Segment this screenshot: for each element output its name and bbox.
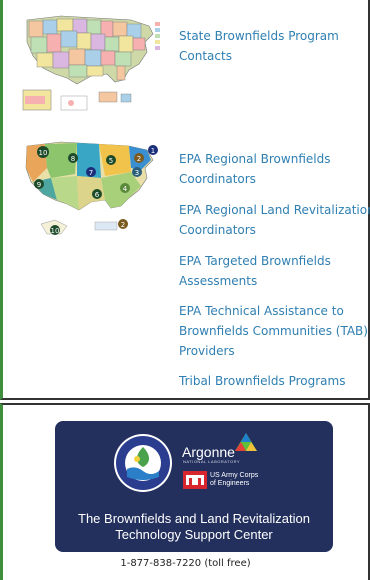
epa-seal-icon <box>114 434 172 492</box>
link-line: Coordinators <box>179 223 256 237</box>
usace-line: of Engineers <box>210 480 250 487</box>
regional-brownfields-coordinators-link[interactable]: EPA Regional Brownfields Coordinators <box>179 149 330 189</box>
svg-text:10: 10 <box>51 227 60 235</box>
argonne-logo-subtitle: NATIONAL LABORATORY <box>183 459 241 464</box>
svg-text:1: 1 <box>151 147 155 155</box>
state-contacts-map-thumbnail[interactable] <box>21 12 161 117</box>
svg-text:7: 7 <box>89 169 93 177</box>
land-revitalization-coordinators-link[interactable]: EPA Regional Land Revitalization Coordin… <box>179 200 370 240</box>
argonne-triangle-icon <box>235 433 257 451</box>
tsc-phone-number: 1-877-838-7220 (toll free) <box>120 558 251 569</box>
link-line: EPA Targeted Brownfields <box>179 254 331 268</box>
link-line: EPA Regional Land Revitalization <box>179 203 370 217</box>
tsc-panel: Argonne NATIONAL LABORATORY US Army Corp… <box>0 403 370 580</box>
link-line: Contacts <box>179 49 232 63</box>
svg-text:2: 2 <box>121 221 125 229</box>
link-line: State Brownfields Program <box>179 29 339 43</box>
tsc-title-line-2: Technology Support Center <box>115 527 273 542</box>
svg-text:10: 10 <box>39 149 48 157</box>
brownfields-links-panel: State Brownfields Program Contacts 10 8 … <box>0 0 370 400</box>
svg-text:4: 4 <box>123 185 128 193</box>
svg-text:6: 6 <box>95 191 100 199</box>
tsc-banner[interactable]: Argonne NATIONAL LABORATORY US Army Corp… <box>55 421 333 552</box>
link-line: Coordinators <box>179 172 256 186</box>
usace-castle-icon <box>183 471 207 489</box>
svg-text:8: 8 <box>71 155 75 163</box>
targeted-brownfields-assessments-link[interactable]: EPA Targeted Brownfields Assessments <box>179 251 331 291</box>
link-line: Assessments <box>179 274 258 288</box>
svg-text:5: 5 <box>109 157 113 165</box>
svg-text:9: 9 <box>37 181 41 189</box>
tribal-brownfields-programs-link[interactable]: Tribal Brownfields Programs <box>179 371 345 391</box>
argonne-logo-text: Argonne <box>182 444 235 460</box>
link-line: Brownfields Communities (TAB) <box>179 324 368 338</box>
link-line: Tribal Brownfields Programs <box>179 374 346 388</box>
epa-regions-map-thumbnail[interactable]: 10 8 5 2 1 7 3 4 6 9 10 2 <box>21 138 161 244</box>
svg-text:2: 2 <box>137 155 141 163</box>
state-brownfields-contacts-link[interactable]: State Brownfields Program Contacts <box>179 26 339 66</box>
link-line: EPA Regional Brownfields <box>179 152 331 166</box>
tab-providers-link[interactable]: EPA Technical Assistance to Brownfields … <box>179 301 368 361</box>
usace-logo-text: US Army Corps of Engineers <box>210 472 258 488</box>
link-line: Providers <box>179 344 235 358</box>
tsc-title-line-1: The Brownfields and Land Revitalization <box>78 511 310 526</box>
link-line: EPA Technical Assistance to <box>179 304 344 318</box>
usace-line: US Army Corps <box>210 472 259 479</box>
svg-text:3: 3 <box>135 169 139 177</box>
